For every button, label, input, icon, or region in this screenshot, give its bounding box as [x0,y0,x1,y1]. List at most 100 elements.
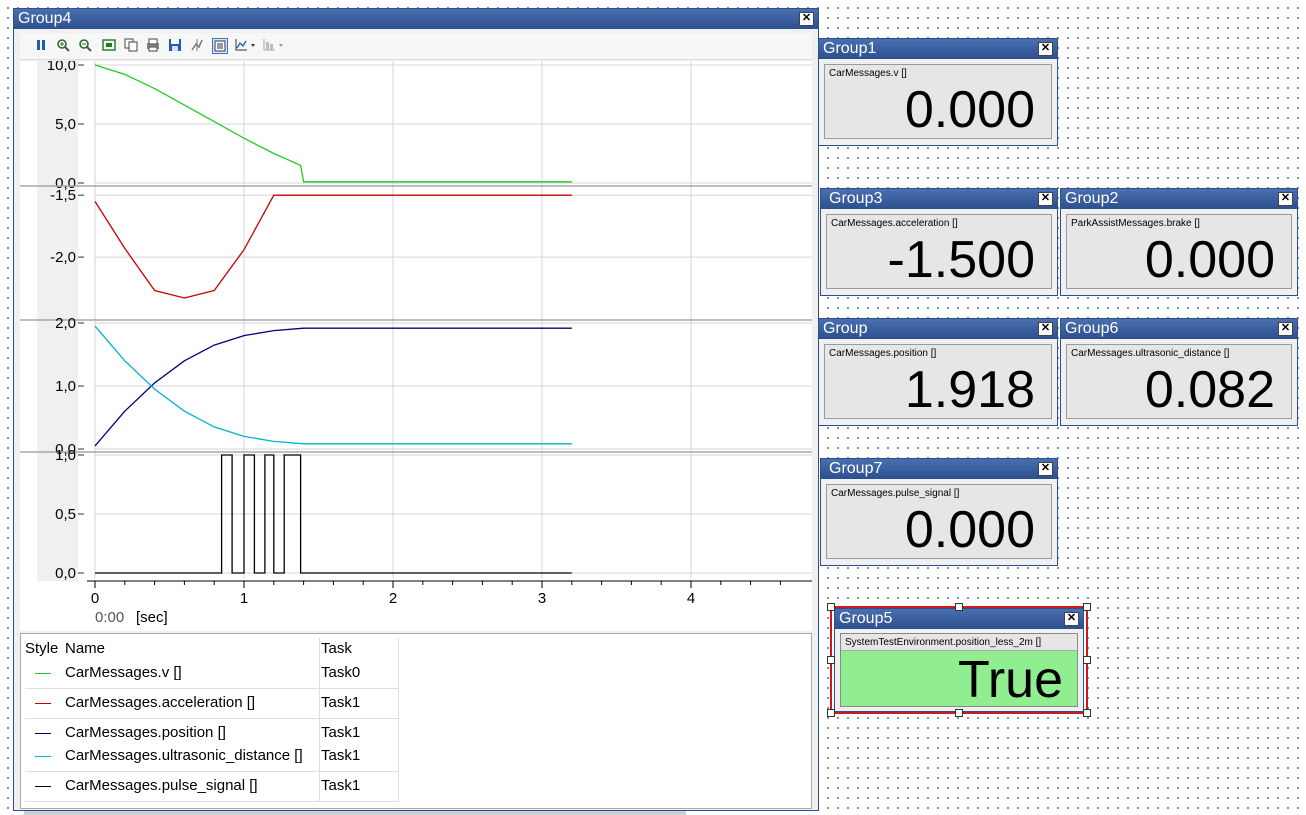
list-icon[interactable] [212,38,228,54]
legend-header-style[interactable]: Style [25,640,58,657]
y-tick-label: -1,5 [50,187,76,204]
signal-name: CarMessages.acceleration [] [831,218,958,229]
legend-row[interactable]: CarMessages.ultrasonic_distance [] Task1 [21,747,401,769]
plot-area[interactable]: 10,0 5,0 0,0 -1,5 -2,0 2,0 1,0 0,0 1,0 0,5 0,0 0 1 2 3… [20,57,812,631]
value-display-group1[interactable]: Group1 ✕ CarMessages.v [] 0.000 [818,38,1058,146]
resize-handle[interactable] [1083,603,1091,611]
legend-header-task[interactable]: Task [321,640,352,657]
signal-name: ParkAssistMessages.brake [] [1071,218,1200,229]
print-icon[interactable] [146,38,160,52]
cursor-icon[interactable] [190,38,204,52]
series-line [94,64,572,183]
legend-header-name[interactable]: Name [65,640,105,657]
resize-handle[interactable] [1083,709,1091,717]
value-display-group6[interactable]: Group6 ✕ CarMessages.ultrasonic_distance… [1060,318,1298,426]
value-display-titlebar[interactable]: Group5 ✕ [835,609,1083,629]
legend-row[interactable]: CarMessages.acceleration [] Task1 [21,694,401,716]
value-display-titlebar[interactable]: Group ✕ [819,319,1057,339]
legend-row[interactable]: CarMessages.position [] Task1 [21,724,401,746]
signal-legend-table[interactable]: Style Name Task CarMessages.v [] Task0 C… [20,633,812,809]
resize-handle[interactable] [955,709,963,717]
value-display-title: Group7 [829,460,883,477]
scope-window[interactable]: Group4 ✕ 10,0 5,0 0,0 -1,5 -2,0 2,0 1,0 0,0 1,0 0… [13,8,819,811]
signal-value: True [958,651,1063,709]
y-tick-label: -2,0 [50,249,76,266]
legend-signal-name: CarMessages.acceleration [] [65,694,256,711]
value-display-group[interactable]: Group ✕ CarMessages.position [] 1.918 [818,318,1058,426]
signal-value: 1.918 [904,361,1035,419]
resize-handle[interactable] [955,603,963,611]
legend-style-swatch [35,733,51,734]
resize-handle[interactable] [827,603,835,611]
pause-icon[interactable] [34,38,48,52]
close-icon[interactable]: ✕ [1278,322,1293,336]
multi-panel-chart[interactable]: 10,05,00,0-1,5-2,02,01,00,01,00,50,00 1 2 3… [20,57,812,631]
legend-style-swatch [35,786,51,787]
value-display-titlebar[interactable]: Group2 ✕ [1061,189,1297,209]
series-line [94,325,572,445]
x-tick-label: 1 [240,590,248,607]
zoom-out-icon[interactable] [78,38,92,52]
value-display-group2[interactable]: Group2 ✕ ParkAssistMessages.brake [] 0.0… [1060,188,1298,296]
value-display-title: Group [823,320,868,337]
x-tick-label: 4 [687,590,695,607]
close-icon[interactable]: ✕ [1038,42,1053,56]
x-axis-time-label: 0:00 [95,609,125,626]
legend-signal-name: CarMessages.pulse_signal [] [65,777,258,794]
x-tick-label: 2 [389,590,397,607]
value-box: CarMessages.acceleration [] -1.500 [826,214,1052,289]
legend-task: Task1 [321,777,361,794]
value-display-title: Group3 [829,190,883,207]
value-display-titlebar[interactable]: Group6 ✕ [1061,319,1297,339]
value-display-title: Group2 [1065,190,1119,207]
zoom-in-icon[interactable] [56,38,70,52]
close-icon[interactable]: ✕ [1278,192,1293,206]
close-icon[interactable]: ✕ [1038,462,1053,476]
x-axis-unit-label: [sec] [136,609,168,626]
settings-menu-icon[interactable] [262,38,286,52]
value-display-group5[interactable]: Group5 ✕ SystemTestEnvironment.position_… [834,608,1084,712]
resize-handle[interactable] [827,709,835,717]
scope-window-title: Group4 [18,10,72,27]
signal-value: 0.000 [904,81,1035,139]
axis-menu-icon[interactable] [234,38,258,52]
legend-task: Task0 [321,664,361,681]
y-tick-label: 5,0 [55,116,76,133]
signal-name: CarMessages.position [] [829,348,937,359]
scope-toolbar [20,33,812,60]
y-tick-label: 1,0 [55,378,76,395]
value-display-group7[interactable]: Group7 ✕ CarMessages.pulse_signal [] 0.0… [820,458,1058,566]
value-box: ParkAssistMessages.brake [] 0.000 [1066,214,1292,289]
legend-task: Task1 [321,747,361,764]
legend-task: Task1 [321,694,361,711]
close-icon[interactable]: ✕ [1038,192,1053,206]
x-tick-label: 0 [91,590,99,607]
close-icon[interactable]: ✕ [1038,322,1053,336]
legend-row[interactable]: CarMessages.v [] Task0 [21,664,401,686]
close-icon[interactable]: ✕ [1064,612,1079,626]
close-icon[interactable]: ✕ [799,12,814,26]
series-line [94,194,572,299]
scope-window-titlebar[interactable]: Group4 ✕ [14,9,818,29]
value-display-group3[interactable]: Group3 ✕ CarMessages.acceleration [] -1.… [820,188,1058,296]
y-tick-label: 0,5 [55,506,76,523]
value-display-title: Group1 [823,40,877,57]
horizontal-scrollbar[interactable] [24,811,686,815]
value-display-title: Group5 [839,610,893,627]
legend-signal-name: CarMessages.ultrasonic_distance [] [65,747,303,764]
save-icon[interactable] [168,38,182,52]
resize-handle[interactable] [827,656,835,664]
value-display-title: Group6 [1065,320,1119,337]
signal-value: 0.000 [904,501,1035,559]
copy-icon[interactable] [124,38,138,52]
fit-icon[interactable] [102,38,116,52]
value-display-titlebar[interactable]: Group1 ✕ [819,39,1057,59]
value-display-titlebar[interactable]: Group7 ✕ [821,459,1057,479]
y-tick-label: 0,0 [55,565,76,582]
x-tick-label: 3 [538,590,546,607]
resize-handle[interactable] [1083,656,1091,664]
y-tick-label: 1,0 [55,447,76,464]
legend-row[interactable]: CarMessages.pulse_signal [] Task1 [21,777,401,799]
value-display-titlebar[interactable]: Group3 ✕ [821,189,1057,209]
value-box: CarMessages.ultrasonic_distance [] 0.082 [1066,344,1292,419]
